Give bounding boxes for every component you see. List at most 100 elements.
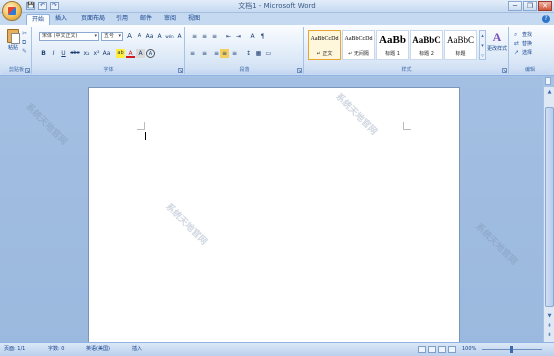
watermark-text: 系统天地官网 <box>23 101 69 148</box>
phonetic-guide-icon[interactable]: wén <box>165 32 174 41</box>
subscript-button[interactable]: x₂ <box>82 49 91 58</box>
change-styles-button[interactable]: A 更改样式 <box>486 30 508 52</box>
close-button[interactable]: ✕ <box>538 1 552 11</box>
language-indicator[interactable]: 英语(美国) <box>86 343 110 356</box>
font-name-combo[interactable]: 宋体 (中文正文) <box>39 32 99 41</box>
font-color-button[interactable]: A <box>126 49 135 58</box>
grow-font-icon[interactable]: A <box>125 32 134 41</box>
outline-icon[interactable] <box>448 346 456 353</box>
clipboard-mini-tools: ✂ ⧉ ✎ <box>22 31 29 55</box>
clipboard-launcher-icon[interactable]: ↘ <box>25 68 30 73</box>
highlight-button[interactable]: ab <box>116 49 125 58</box>
styles-gallery-scroll[interactable]: ▴ ▾ ▿ <box>479 30 486 60</box>
tab-home[interactable]: 开始 <box>26 14 51 25</box>
zoom-slider[interactable] <box>482 346 542 353</box>
multilevel-list-icon[interactable]: ≡ <box>210 32 219 41</box>
print-layout-icon[interactable] <box>418 346 426 353</box>
next-page-icon[interactable]: ⇟ <box>545 331 554 340</box>
align-left-icon[interactable]: ≡ <box>190 49 199 58</box>
replace-button[interactable]: ⇄ 替换 <box>514 39 532 48</box>
word-count[interactable]: 字数: 0 <box>48 343 64 356</box>
align-center-icon[interactable]: ≡ <box>200 49 209 58</box>
style-title[interactable]: AaBbC 标题 <box>444 30 477 60</box>
style-no-spacing-sample: AaBbCcDd <box>344 36 373 42</box>
ribbon-tabs: 开始 插入 页面布局 引用 邮件 审阅 视图 ? <box>0 13 554 25</box>
paragraph-launcher-icon[interactable]: ↘ <box>297 68 302 73</box>
style-title-name: 标题 <box>455 51 466 57</box>
select-button[interactable]: ➚ 选择 <box>514 48 532 57</box>
paragraph-row2: ≡ ≡ ≡ ≡ ≡ ↕ ▦ ▭ <box>190 49 273 58</box>
crop-mark-top-right <box>403 122 411 130</box>
full-screen-reading-icon[interactable] <box>428 346 436 353</box>
numbering-icon[interactable]: ≡ <box>200 32 209 41</box>
tab-references[interactable]: 引用 <box>111 14 133 25</box>
increase-indent-icon[interactable]: ⇥ <box>234 32 243 41</box>
scroll-up-icon[interactable]: ▲ <box>545 88 554 97</box>
style-heading-2[interactable]: AaBbC 标题 2 <box>410 30 443 60</box>
align-right-icon[interactable]: ≡ <box>210 49 219 58</box>
strikethrough-button[interactable]: abe <box>69 49 81 58</box>
font-row1: A A Aa A wén A <box>125 32 184 41</box>
paragraph-group: ≡ ≡ ≡ ⇤ ⇥ A ¶ ≡ ≡ ≡ ≡ ≡ ↕ ▦ ▭ 段落 ↘ <box>186 27 304 74</box>
change-case-icon[interactable]: Aa <box>145 32 154 41</box>
shading-icon[interactable]: ▦ <box>254 49 263 58</box>
paragraph-row1: ≡ ≡ ≡ ⇤ ⇥ A ¶ <box>190 32 267 41</box>
superscript-button[interactable]: x² <box>92 49 101 58</box>
styles-group-label: 样式 <box>305 67 508 74</box>
binoculars-icon: ⌕ <box>514 30 518 38</box>
italic-button[interactable]: I <box>49 49 58 58</box>
web-layout-icon[interactable] <box>438 346 446 353</box>
show-marks-icon[interactable]: ¶ <box>258 32 267 41</box>
scroll-thumb[interactable] <box>545 107 554 307</box>
find-button[interactable]: ⌕ 查找 <box>514 30 532 39</box>
distributed-icon[interactable]: ≡ <box>230 49 239 58</box>
office-button[interactable] <box>2 1 22 21</box>
style-title-sample: AaBbC <box>447 35 474 45</box>
prev-page-icon[interactable]: ⇞ <box>545 322 554 331</box>
vertical-scrollbar[interactable]: ▲ ▼ ⇞ ⇟ <box>543 87 554 342</box>
clear-format-icon[interactable]: A <box>155 32 164 41</box>
decrease-indent-icon[interactable]: ⇤ <box>224 32 233 41</box>
maximize-button[interactable]: ❐ <box>523 1 537 11</box>
underline-button[interactable]: U <box>59 49 68 58</box>
tab-page-layout[interactable]: 页面布局 <box>76 14 110 25</box>
format-painter-icon[interactable]: ✎ <box>22 49 29 55</box>
style-heading-1[interactable]: AaBb 标题 1 <box>376 30 409 60</box>
cut-icon[interactable]: ✂ <box>22 31 29 37</box>
tab-mailings[interactable]: 邮件 <box>135 14 157 25</box>
zoom-level[interactable]: 100% <box>462 343 476 356</box>
tab-view[interactable]: 视图 <box>183 14 205 25</box>
scroll-down-icon[interactable]: ▼ <box>545 312 554 321</box>
styles-launcher-icon[interactable]: ↘ <box>502 68 507 73</box>
style-no-spacing[interactable]: AaBbCcDd ↵ 无间隔 <box>342 30 375 60</box>
style-normal[interactable]: AaBbCcDd ↵ 正文 <box>308 30 341 60</box>
bullets-icon[interactable]: ≡ <box>190 32 199 41</box>
insert-mode[interactable]: 插入 <box>132 343 142 356</box>
ribbon: 粘贴 ✂ ⧉ ✎ 剪贴板 ↘ 宋体 (中文正文) 五号 A A Aa A wén… <box>0 25 554 76</box>
page-indicator[interactable]: 页面: 1/1 <box>4 343 25 356</box>
line-spacing-icon[interactable]: ↕ <box>244 49 253 58</box>
document-page[interactable] <box>88 87 460 347</box>
tab-review[interactable]: 审阅 <box>159 14 181 25</box>
bold-button[interactable]: B <box>39 49 48 58</box>
view-ruler-button[interactable] <box>545 77 551 85</box>
sort-icon[interactable]: A <box>248 32 257 41</box>
cursor-icon: ➚ <box>514 48 520 56</box>
borders-icon[interactable]: ▭ <box>264 49 273 58</box>
char-shading-button[interactable]: A <box>136 49 145 58</box>
enclose-char-button[interactable]: A <box>146 49 155 58</box>
select-label: 选择 <box>522 50 533 56</box>
copy-icon[interactable]: ⧉ <box>22 40 29 46</box>
font-size-combo[interactable]: 五号 <box>101 32 123 41</box>
change-case-button[interactable]: Aa <box>102 49 111 58</box>
char-border-icon[interactable]: A <box>175 32 184 41</box>
minimize-button[interactable]: ─ <box>508 1 522 11</box>
tab-insert[interactable]: 插入 <box>50 14 72 25</box>
help-icon[interactable]: ? <box>542 15 550 23</box>
paste-button[interactable]: 粘贴 <box>5 29 21 51</box>
shrink-font-icon[interactable]: A <box>135 32 144 41</box>
word-window: 💾 ↶ ↷ 文档1 - Microsoft Word ─ ❐ ✕ 开始 插入 页… <box>0 0 554 356</box>
font-launcher-icon[interactable]: ↘ <box>178 68 183 73</box>
justify-icon[interactable]: ≡ <box>220 49 229 58</box>
find-label: 查找 <box>522 32 533 38</box>
